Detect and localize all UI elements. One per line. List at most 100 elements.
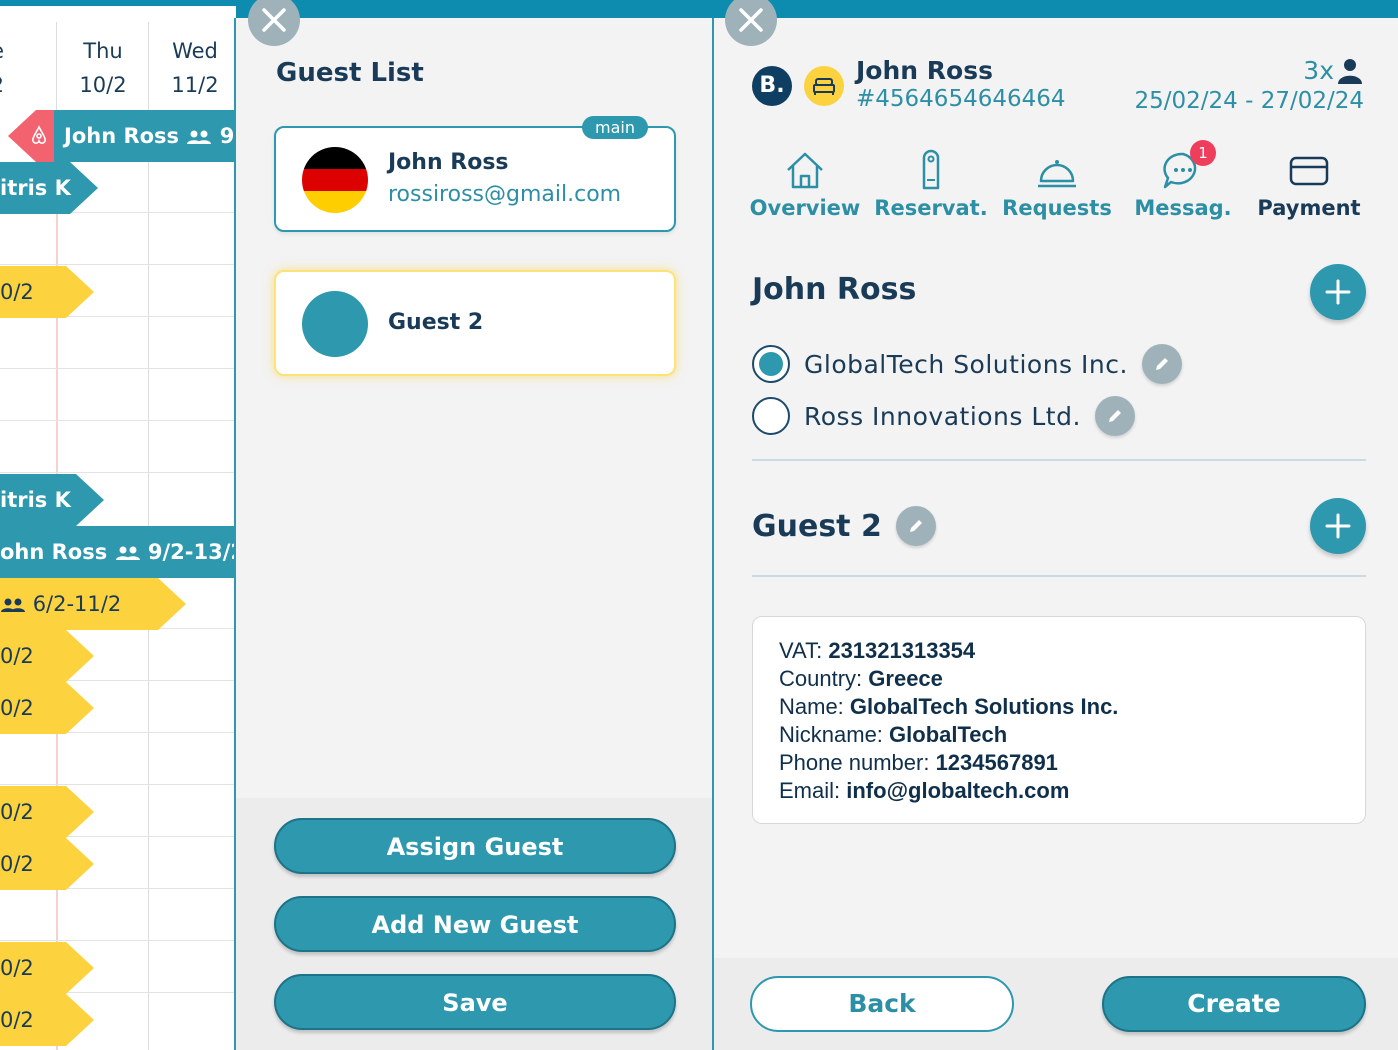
tab-requests[interactable]: Requests xyxy=(992,148,1122,220)
booking-dates: 9 xyxy=(219,124,235,148)
field-label: Phone number: xyxy=(779,750,930,775)
company-radio[interactable] xyxy=(752,345,790,383)
company-option[interactable]: GlobalTech Solutions Inc. xyxy=(752,344,1182,384)
company-name: Ross Innovations Ltd. xyxy=(804,401,1081,431)
booking-dates: 0/2 xyxy=(0,956,34,980)
grid-line xyxy=(0,264,236,265)
main-guest-badge: main xyxy=(582,116,648,139)
phone-row: Phone number: 1234567891 xyxy=(779,749,1339,777)
pencil-icon xyxy=(1155,358,1168,370)
country-row: Country: Greece xyxy=(779,665,1339,693)
day-name: Wed xyxy=(172,39,218,63)
booking-bar[interactable]: itris K xyxy=(0,474,104,526)
booking-dates: 0/2 xyxy=(0,800,34,824)
guest-list-panel: Guest List main John Ross rossiross@gmai… xyxy=(234,18,712,1050)
day-header: Tue 9/2 xyxy=(0,34,32,102)
guest-list-title: Guest List xyxy=(276,58,424,88)
guest2-section-title: Guest 2 xyxy=(752,506,936,546)
guest-name: John Ross xyxy=(388,150,509,175)
booking-bar[interactable]: 0/2 xyxy=(0,266,94,318)
day-date: 11/2 xyxy=(171,73,219,97)
germany-flag-icon xyxy=(302,147,368,213)
home-icon xyxy=(787,152,823,189)
grid-line xyxy=(0,368,236,369)
tab-messages[interactable]: 1 Messag. xyxy=(1118,140,1248,220)
grid-line xyxy=(0,784,236,785)
tab-payment[interactable]: Payment xyxy=(1244,148,1374,220)
tab-label: Messag. xyxy=(1134,196,1232,220)
company-option[interactable]: Ross Innovations Ltd. xyxy=(752,396,1135,436)
field-label: Nickname: xyxy=(779,722,883,747)
booking-bar[interactable]: 6/2-11/2 xyxy=(0,578,186,630)
booking-bar[interactable]: 0/2 xyxy=(0,630,94,682)
back-button[interactable]: Back xyxy=(750,976,1014,1032)
people-icon xyxy=(115,546,140,560)
tab-label: Overview xyxy=(749,196,861,220)
booking-id: #4564654646464 xyxy=(856,86,1066,112)
edit-company-button[interactable] xyxy=(1141,344,1182,384)
section-divider xyxy=(752,575,1366,577)
reservation-tabs: Overview Reservat. Requests 1 Messag. Pa… xyxy=(750,140,1366,232)
tab-reservation[interactable]: Reservat. xyxy=(866,148,996,220)
door-hanger-icon xyxy=(922,149,940,190)
section-title-text: Guest 2 xyxy=(752,508,882,544)
day-header: Thu 10/2 xyxy=(57,34,149,102)
booking-dates: 0/2 xyxy=(0,644,34,668)
booking-bar[interactable]: 0/2 xyxy=(0,682,94,734)
pencil-icon xyxy=(1108,410,1121,422)
booking-guest-name: itris K xyxy=(0,176,71,200)
reservation-detail-panel: B. John Ross #4564654646464 3x 25/02/24 … xyxy=(712,18,1398,1050)
field-label: Country: xyxy=(779,666,863,691)
booking-bar[interactable]: itris K xyxy=(0,162,98,214)
booking-bar[interactable]: 0/2 xyxy=(0,942,94,994)
edit-guest-button[interactable] xyxy=(895,506,936,546)
day-header: Wed 11/2 xyxy=(149,34,236,102)
guest-card-main[interactable]: main John Ross rossiross@gmail.com xyxy=(274,116,676,232)
guest-count: 3x xyxy=(1303,56,1364,85)
booking-bar[interactable]: John Ross 9 xyxy=(36,110,236,162)
field-label: Email: xyxy=(779,778,841,803)
pencil-icon xyxy=(909,520,922,532)
field-label: Name: xyxy=(779,694,844,719)
booking-dates: 9/2-13/2 xyxy=(147,540,236,564)
company-radio[interactable] xyxy=(752,397,790,435)
tab-label: Reservat. xyxy=(874,196,988,220)
save-button[interactable]: Save xyxy=(274,974,676,1030)
add-company-button[interactable] xyxy=(1310,498,1366,554)
booking-guest-name: ohn Ross xyxy=(0,540,108,564)
booking-dates: 0/2 xyxy=(0,696,34,720)
add-company-button[interactable] xyxy=(1310,264,1366,320)
reservation-dates: 25/02/24 - 27/02/24 xyxy=(1134,88,1364,114)
vat-row: VAT: 231321313354 xyxy=(779,637,1339,665)
nickname-value: GlobalTech xyxy=(889,722,1008,747)
airbnb-icon xyxy=(32,125,46,144)
booking-bar[interactable]: 0/2 xyxy=(0,838,94,890)
airbnb-source-badge xyxy=(8,110,54,162)
booking-dates: 0/2 xyxy=(0,1008,34,1032)
grid-line xyxy=(0,472,236,473)
booking-bar[interactable]: 0/2 xyxy=(0,786,94,838)
vat-value: 231321313354 xyxy=(828,638,976,663)
booking-bar[interactable]: 0/2 xyxy=(0,994,94,1046)
reservation-guest-name: John Ross xyxy=(856,56,993,85)
day-date: 9/2 xyxy=(0,68,32,102)
booking-source-badge: B. xyxy=(752,66,792,106)
assign-guest-button[interactable]: Assign Guest xyxy=(274,818,676,874)
name-row: Name: GlobalTech Solutions Inc. xyxy=(779,693,1339,721)
name-value: GlobalTech Solutions Inc. xyxy=(849,694,1119,719)
close-icon xyxy=(262,8,286,32)
tab-overview[interactable]: Overview xyxy=(740,148,870,220)
day-name: Thu xyxy=(83,39,123,63)
calendar-top-bar xyxy=(0,0,236,6)
booking-bar[interactable]: ohn Ross 9/2-13/2 xyxy=(0,526,236,578)
guest-name: Guest 2 xyxy=(388,310,484,335)
messages-badge: 1 xyxy=(1190,140,1216,166)
service-bell-icon xyxy=(1038,160,1076,188)
company-details-card: VAT: 231321313354 Country: Greece Name: … xyxy=(752,616,1366,824)
create-button[interactable]: Create xyxy=(1102,976,1366,1032)
guest-card-2[interactable]: Guest 2 xyxy=(274,270,676,376)
booking-guest-name: John Ross xyxy=(64,124,180,148)
calendar-grid: Tue 9/2 Thu 10/2 Wed 11/2 John Ross 9 it… xyxy=(0,0,236,1050)
edit-company-button[interactable] xyxy=(1094,396,1135,436)
add-new-guest-button[interactable]: Add New Guest xyxy=(274,896,676,952)
